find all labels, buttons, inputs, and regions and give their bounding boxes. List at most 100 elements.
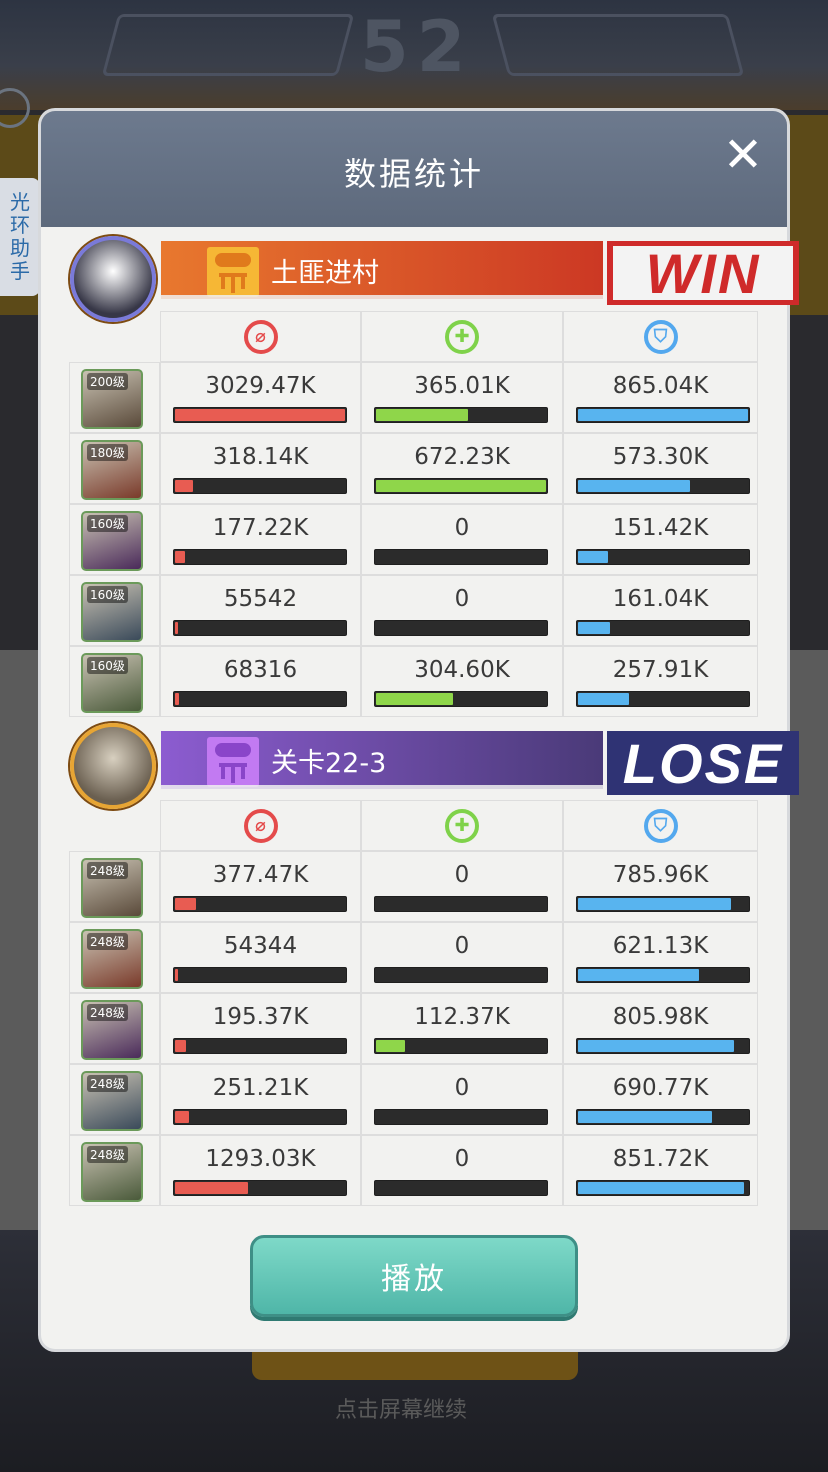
stat-header-heal: ✚ — [361, 311, 563, 362]
hero-portrait[interactable]: 200级 — [81, 369, 143, 429]
damage-bar — [173, 1109, 347, 1125]
hero-portrait[interactable]: 160级 — [81, 653, 143, 713]
play-button[interactable]: 播放 — [250, 1235, 578, 1317]
stat-header-defense: ⛉ — [563, 800, 758, 851]
hero-portrait[interactable]: 248级 — [81, 858, 143, 918]
result-badge-lose: LOSE — [607, 731, 799, 795]
heal-bar-fill — [376, 409, 468, 421]
heal-cell: 112.37K — [361, 993, 563, 1064]
heal-cell: 0 — [361, 851, 563, 922]
damage-bar-fill — [175, 898, 197, 910]
damage-bar — [173, 478, 347, 494]
defense-value: 621.13K — [612, 933, 709, 959]
divider — [161, 785, 603, 789]
banner-icon — [207, 737, 259, 787]
defense-value: 785.96K — [612, 862, 709, 888]
damage-icon: ⌀ — [243, 319, 278, 354]
defense-cell: 865.04K — [563, 362, 758, 433]
heal-bar-fill — [376, 480, 546, 492]
hero-cell: 248级 — [69, 922, 160, 993]
hero-portrait[interactable]: 180级 — [81, 440, 143, 500]
damage-cell: 1293.03K — [160, 1135, 361, 1206]
heal-value: 0 — [454, 1146, 470, 1172]
defense-bar — [576, 549, 750, 565]
hero-portrait[interactable]: 248级 — [81, 1142, 143, 1202]
defense-bar — [576, 1038, 750, 1054]
hero-portrait[interactable]: 248级 — [81, 1071, 143, 1131]
damage-cell: 3029.47K — [160, 362, 361, 433]
hero-cell: 160级 — [69, 504, 160, 575]
defense-value: 573.30K — [612, 444, 709, 470]
damage-value: 195.37K — [212, 1004, 309, 1030]
defense-bar — [576, 1109, 750, 1125]
damage-bar-fill — [175, 693, 179, 705]
team2-leader-avatar — [70, 723, 156, 809]
defense-bar-fill — [578, 1040, 735, 1052]
damage-value: 3029.47K — [205, 373, 316, 399]
damage-bar — [173, 549, 347, 565]
hero-level: 160级 — [87, 515, 128, 532]
hero-level: 248级 — [87, 1146, 128, 1163]
heal-bar — [374, 549, 548, 565]
heal-bar-fill — [376, 693, 453, 705]
divider — [161, 295, 603, 299]
heal-cell: 0 — [361, 504, 563, 575]
damage-bar-fill — [175, 551, 185, 563]
heal-bar — [374, 896, 548, 912]
defense-bar-fill — [578, 969, 699, 981]
heal-bar — [374, 967, 548, 983]
damage-value: 251.21K — [212, 1075, 309, 1101]
defense-value: 690.77K — [612, 1075, 709, 1101]
heal-bar — [374, 1038, 548, 1054]
team2-name-bar: 关卡22-3 — [161, 731, 603, 789]
defense-bar-fill — [578, 551, 608, 563]
background-score: 52 — [360, 6, 474, 88]
hero-cell: 160级 — [69, 575, 160, 646]
hero-cell: 248级 — [69, 1135, 160, 1206]
side-helper-char: 助 — [10, 236, 30, 260]
heal-bar — [374, 478, 548, 494]
halo-assistant-tab[interactable]: 光 环 助 手 — [0, 178, 40, 296]
heal-cell: 365.01K — [361, 362, 563, 433]
defense-cell: 805.98K — [563, 993, 758, 1064]
damage-cell: 177.22K — [160, 504, 361, 575]
heal-value: 304.60K — [414, 657, 510, 683]
damage-bar — [173, 407, 347, 423]
damage-bar — [173, 691, 347, 707]
hero-level: 248级 — [87, 933, 128, 950]
hero-portrait[interactable]: 160级 — [81, 511, 143, 571]
damage-bar — [173, 967, 347, 983]
hero-portrait[interactable]: 248级 — [81, 1000, 143, 1060]
damage-icon: ⌀ — [243, 808, 278, 843]
heal-value: 112.37K — [414, 1004, 510, 1030]
heal-cell: 0 — [361, 575, 563, 646]
close-icon[interactable]: ✕ — [719, 131, 767, 179]
damage-value: 177.22K — [212, 515, 309, 541]
defense-cell: 690.77K — [563, 1064, 758, 1135]
heal-value: 0 — [454, 586, 470, 612]
stat-header-damage: ⌀ — [160, 311, 361, 362]
damage-cell: 54344 — [160, 922, 361, 993]
shield-icon: ⛉ — [643, 319, 678, 354]
defense-value: 257.91K — [612, 657, 709, 683]
defense-cell: 851.72K — [563, 1135, 758, 1206]
heal-bar — [374, 691, 548, 707]
damage-bar-fill — [175, 409, 345, 421]
heal-bar-fill — [376, 1040, 405, 1052]
heal-icon: ✚ — [445, 808, 479, 843]
defense-bar — [576, 407, 750, 423]
defense-value: 151.42K — [612, 515, 709, 541]
defense-cell: 151.42K — [563, 504, 758, 575]
background-frame-right — [491, 14, 745, 76]
team1-leader-avatar — [70, 236, 156, 322]
hero-level: 200级 — [87, 373, 128, 390]
stat-header-defense: ⛉ — [563, 311, 758, 362]
damage-bar — [173, 896, 347, 912]
damage-bar — [173, 1038, 347, 1054]
defense-bar — [576, 896, 750, 912]
defense-cell: 621.13K — [563, 922, 758, 993]
heal-value: 0 — [454, 515, 470, 541]
defense-bar-fill — [578, 480, 691, 492]
hero-portrait[interactable]: 248级 — [81, 929, 143, 989]
hero-portrait[interactable]: 160级 — [81, 582, 143, 642]
